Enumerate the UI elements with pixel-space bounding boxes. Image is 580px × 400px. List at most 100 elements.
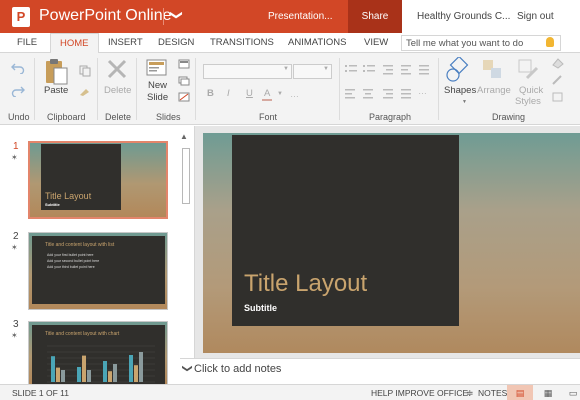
thumb-bullet: Add your second bullet point here <box>47 259 100 263</box>
delete-group-label: Delete <box>105 112 132 122</box>
hide-slide-icon[interactable] <box>178 92 190 102</box>
chart-bar <box>113 364 117 382</box>
current-slide[interactable]: Title Layout Subtitle <box>203 133 580 353</box>
group-separator <box>34 58 35 120</box>
new-slide-label-1[interactable]: New <box>148 80 167 91</box>
undo-group-label: Undo <box>8 112 30 122</box>
chevron-down-icon[interactable]: ▼ <box>277 91 283 97</box>
format-painter-icon[interactable] <box>79 87 91 97</box>
transition-star-icon: ✶ <box>11 331 18 340</box>
font-color-swatch <box>262 99 272 101</box>
undo-icon[interactable] <box>11 62 25 74</box>
chart-bar <box>129 355 133 382</box>
chevron-down-icon[interactable]: ▼ <box>283 66 289 72</box>
sign-out-link[interactable]: Sign out <box>517 11 554 22</box>
new-slide-icon[interactable] <box>146 58 168 78</box>
group-separator <box>136 58 137 120</box>
tab-view[interactable]: VIEW <box>364 37 388 48</box>
arrange-icon[interactable] <box>481 58 505 82</box>
paste-label[interactable]: Paste <box>44 85 68 96</box>
chart-bar <box>51 356 55 382</box>
slide-thumbnail-2[interactable]: Title and content layout with list Add y… <box>28 232 168 310</box>
delete-x-icon[interactable] <box>106 58 128 80</box>
slide-thumbnail-3[interactable]: Title and content layout with chart <box>28 321 168 384</box>
underline-button[interactable]: U <box>246 88 253 99</box>
layout-icon[interactable] <box>178 59 190 69</box>
chevron-down-icon[interactable]: ▼ <box>462 99 467 105</box>
shape-outline-icon[interactable] <box>551 74 565 86</box>
chart-bar <box>56 367 60 382</box>
chevron-down-icon[interactable]: ❯ <box>182 364 193 372</box>
slide-number: 2 <box>13 231 19 242</box>
chevron-down-icon[interactable]: ❯ <box>170 10 184 20</box>
shapes-icon[interactable] <box>445 57 471 83</box>
document-name[interactable]: Presentation... <box>268 11 332 22</box>
arrange-label[interactable]: Arrange <box>477 85 511 96</box>
quick-styles-label-2[interactable]: Styles <box>515 96 541 107</box>
lightbulb-icon[interactable] <box>546 37 554 47</box>
slide-sorter-icon[interactable]: ▦ <box>535 385 561 400</box>
chart-bar <box>139 352 143 382</box>
normal-view-icon[interactable]: ▤ <box>507 385 533 400</box>
copy-icon[interactable] <box>79 65 91 77</box>
notes-pane[interactable]: ❯ Click to add notes <box>180 358 580 384</box>
slide-thumbnail-1[interactable]: Title Layout Subtitle <box>28 141 168 219</box>
thumb-bar-chart <box>47 345 155 383</box>
quick-styles-label-1[interactable]: Quick <box>519 85 543 96</box>
group-separator <box>438 58 439 120</box>
share-button[interactable]: Share <box>348 0 402 33</box>
transition-star-icon: ✶ <box>11 153 18 162</box>
powerpoint-logo-icon[interactable]: P <box>12 7 30 27</box>
help-improve-office-link[interactable]: HELP IMPROVE OFFICE <box>371 388 468 398</box>
reading-view-icon[interactable]: ▭ <box>560 385 580 400</box>
new-slide-label-2[interactable]: Slide <box>147 92 168 103</box>
ribbon-home: Undo Paste Clipboard Delete Delete New S… <box>0 53 580 125</box>
slide-subtitle[interactable]: Subtitle <box>244 303 277 313</box>
thumb-bullet: Add your first bullet point here <box>47 253 94 257</box>
paragraph-group-label: Paragraph <box>369 112 412 122</box>
chart-bar <box>134 365 138 382</box>
thumbnail-scrollbar[interactable] <box>182 148 190 204</box>
redo-icon[interactable] <box>11 85 25 97</box>
notes-button[interactable]: NOTES <box>478 388 507 398</box>
bold-button[interactable]: B <box>207 88 214 99</box>
chart-bar <box>108 371 112 382</box>
scroll-up-icon[interactable]: ▲ <box>180 132 188 141</box>
tab-design[interactable]: DESIGN <box>158 37 194 48</box>
duplicate-slide-icon[interactable] <box>178 76 190 86</box>
italic-button[interactable]: I <box>227 88 230 99</box>
shape-fill-icon[interactable] <box>551 57 565 69</box>
logo-letter: P <box>16 9 26 24</box>
tab-animations[interactable]: ANIMATIONS <box>288 37 346 48</box>
tell-me-input[interactable]: Tell me what you want to do <box>401 35 561 51</box>
shape-effects-icon[interactable] <box>551 91 565 103</box>
font-color-button[interactable]: A <box>264 88 270 99</box>
bullet-list-icons[interactable] <box>345 63 435 77</box>
quick-styles-icon[interactable] <box>517 58 541 82</box>
more-font-icon[interactable]: … <box>290 89 299 99</box>
notes-placeholder[interactable]: Click to add notes <box>194 363 281 375</box>
thumb-subtitle: Subtitle <box>45 202 60 207</box>
more-paragraph-icon[interactable]: … <box>418 86 427 96</box>
account-name[interactable]: Healthy Grounds C... <box>417 11 510 22</box>
notes-icon[interactable]: ≑ <box>466 388 474 399</box>
status-bar: SLIDE 1 OF 11 HELP IMPROVE OFFICE ≑ NOTE… <box>0 384 580 400</box>
delete-label[interactable]: Delete <box>104 85 131 96</box>
app-title[interactable]: PowerPoint Online <box>39 7 172 25</box>
slide-count: SLIDE 1 OF 11 <box>12 388 70 398</box>
tab-transitions[interactable]: TRANSITIONS <box>210 37 274 48</box>
thumb-title: Title Layout <box>45 191 92 201</box>
tab-insert[interactable]: INSERT <box>108 37 143 48</box>
paste-icon[interactable] <box>44 58 68 86</box>
slide-title[interactable]: Title Layout <box>244 270 367 298</box>
chart-bar <box>61 370 65 382</box>
shapes-label[interactable]: Shapes <box>444 85 476 96</box>
group-separator <box>339 58 340 120</box>
chart-bar <box>77 367 81 382</box>
chevron-down-icon[interactable]: ▼ <box>323 66 329 72</box>
tab-file[interactable]: FILE <box>17 37 37 48</box>
slide-number: 3 <box>13 319 19 330</box>
group-separator <box>97 58 98 120</box>
font-name-dropdown[interactable] <box>203 64 292 79</box>
tab-home[interactable]: HOME <box>50 33 99 54</box>
